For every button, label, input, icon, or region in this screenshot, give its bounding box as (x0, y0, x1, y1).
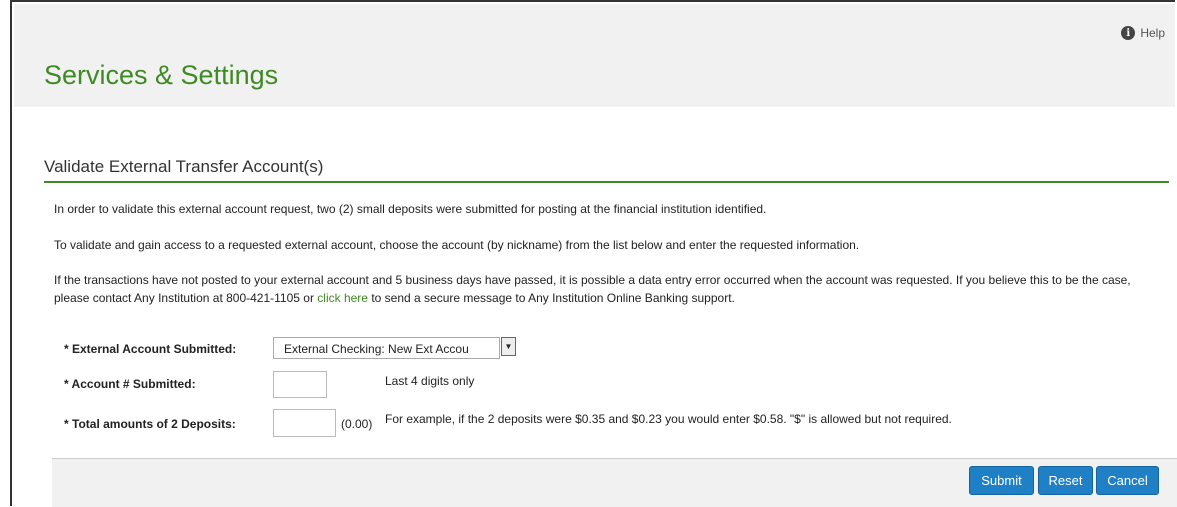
support-paragraph: If the transactions have not posted to y… (54, 271, 1153, 307)
reset-button[interactable]: Reset (1038, 466, 1093, 495)
account-number-hint: Last 4 digits only (385, 374, 475, 388)
deposits-format-suffix: (0.00) (341, 417, 373, 431)
intro-paragraph: In order to validate this external accou… (54, 202, 767, 216)
section-title: Validate External Transfer Account(s) (44, 157, 324, 176)
account-number-label: * Account # Submitted: (64, 377, 196, 391)
page-header: i Help (14, 4, 1175, 107)
chevron-down-icon: ▼ (504, 342, 513, 351)
deposits-hint: For example, if the 2 deposits were $0.3… (385, 412, 952, 426)
instructions-paragraph: To validate and gain access to a request… (54, 238, 860, 252)
deposits-amount-input[interactable] (273, 409, 336, 437)
account-number-input[interactable] (273, 371, 327, 398)
external-account-label: * External Account Submitted: (64, 342, 237, 356)
external-account-select[interactable]: External Checking: New Ext Accou (273, 337, 500, 359)
info-icon: i (1121, 26, 1136, 40)
click-here-link[interactable]: click here (317, 291, 368, 305)
dropdown-arrow-button[interactable]: ▼ (501, 337, 516, 356)
section-divider (44, 181, 1169, 183)
page-title: Services & Settings (44, 60, 279, 90)
cancel-button[interactable]: Cancel (1096, 466, 1159, 495)
support-text-end: to send a secure message to Any Institut… (367, 291, 735, 305)
help-label: Help (1140, 26, 1165, 40)
help-link[interactable]: i Help (1121, 26, 1165, 40)
submit-button[interactable]: Submit (969, 466, 1034, 495)
deposits-label: * Total amounts of 2 Deposits: (64, 417, 236, 431)
